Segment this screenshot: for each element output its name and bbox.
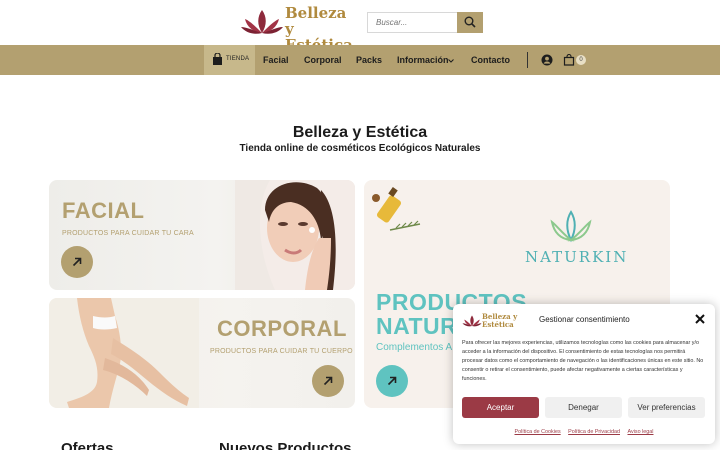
chevron-down-icon <box>448 59 454 63</box>
cart-icon[interactable] <box>563 54 575 66</box>
lotus-logo-icon <box>241 10 283 34</box>
page: Belleza y Estética TIENDA Facial Corpora… <box>0 0 720 450</box>
cookie-body-text: Para ofrecer las mejores experiencias, u… <box>462 340 704 382</box>
card-naturales-subtitle: Complementos A <box>376 342 453 353</box>
card-facial-title: FACIAL <box>62 198 145 223</box>
search-icon <box>464 16 476 28</box>
search-button[interactable] <box>457 12 483 33</box>
preferences-button[interactable]: Ver preferencias <box>628 397 705 418</box>
site-logo[interactable]: Belleza y Estética <box>240 4 358 53</box>
bag-icon <box>213 53 222 65</box>
card-facial-subtitle: PRODUCTOS PARA CUIDAR TU CARA <box>62 230 194 237</box>
model-face-image <box>235 180 355 290</box>
site-header: Belleza y Estética <box>0 0 720 53</box>
main-nav: TIENDA Facial Corporal Packs Información… <box>0 45 720 75</box>
card-facial-arrow-button[interactable] <box>61 246 93 278</box>
nav-item-corporal[interactable]: Corporal <box>304 55 342 65</box>
category-card-facial[interactable]: FACIAL PRODUCTOS PARA CUIDAR TU CARA <box>49 180 355 290</box>
search-form <box>367 12 483 33</box>
category-card-corporal[interactable]: CORPORAL PRODUCTOS PARA CUIDAR TU CUERPO <box>49 298 355 408</box>
search-input[interactable] <box>367 12 457 33</box>
lotus-logo-icon <box>462 315 482 327</box>
cookie-title: Gestionar consentimiento <box>539 315 630 324</box>
nav-divider <box>527 52 528 68</box>
deny-button[interactable]: Denegar <box>545 397 622 418</box>
card-corporal-subtitle: PRODUCTOS PARA CUIDAR TU CUERPO <box>210 348 353 355</box>
nav-item-packs[interactable]: Packs <box>356 55 382 65</box>
cart-count-badge: 0 <box>576 55 586 65</box>
cookie-consent-dialog: Belleza y Estética Gestionar consentimie… <box>453 304 715 444</box>
nav-item-tienda-label: TIENDA <box>226 56 250 62</box>
card-naturales-arrow-button[interactable] <box>376 365 408 397</box>
close-icon[interactable] <box>695 314 705 324</box>
privacy-policy-link[interactable]: Política de Privacidad <box>568 429 620 435</box>
legal-notice-link[interactable]: Aviso legal <box>628 429 654 435</box>
cookie-links: Política de Cookies Política de Privacid… <box>453 429 715 435</box>
nav-item-informacion[interactable]: Información <box>397 55 449 65</box>
logo-line1: Belleza y <box>285 4 347 38</box>
cookie-policy-link[interactable]: Política de Cookies <box>515 429 561 435</box>
card-corporal-arrow-button[interactable] <box>312 365 344 397</box>
section-heading-ofertas: Ofertas <box>61 440 114 450</box>
model-body-image <box>49 298 199 408</box>
arrow-up-right-icon <box>72 257 82 267</box>
nav-item-tienda[interactable]: TIENDA <box>204 45 255 75</box>
section-heading-nuevos-productos: Nuevos Productos <box>219 440 352 450</box>
cookie-logo-text: Belleza y Estética <box>482 313 517 329</box>
naturkin-lotus-icon <box>550 210 592 243</box>
nav-item-facial[interactable]: Facial <box>263 55 289 65</box>
oil-bottle-image <box>372 187 421 231</box>
arrow-up-right-icon <box>387 376 397 386</box>
cookie-logo: Belleza y Estética <box>462 310 532 332</box>
nav-item-contacto[interactable]: Contacto <box>471 55 510 65</box>
naturkin-brand: NATURKIN <box>525 248 629 266</box>
card-corporal-title: CORPORAL <box>217 316 347 341</box>
page-title: Belleza y Estética <box>292 124 428 141</box>
arrow-up-right-icon <box>323 376 333 386</box>
cookie-logo-line2: Estética <box>482 320 514 329</box>
user-icon[interactable] <box>541 54 553 66</box>
page-subtitle: Tienda online de cosméticos Ecológicos N… <box>239 143 481 154</box>
accept-button[interactable]: Aceptar <box>462 397 539 418</box>
